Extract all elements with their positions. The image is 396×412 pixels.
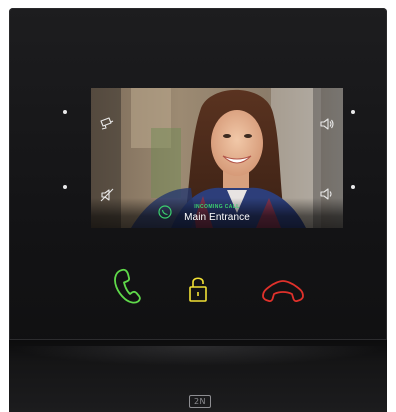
side-dot-bottom-left xyxy=(63,185,67,189)
mute-icon[interactable] xyxy=(99,187,115,203)
side-dot-bottom-right xyxy=(351,185,355,189)
device-bottom-sheen xyxy=(9,346,387,366)
camera-icon[interactable] xyxy=(99,115,115,131)
brand-logo: 2N xyxy=(189,395,211,408)
phone-hangup-icon xyxy=(262,280,304,303)
volume-down-icon[interactable] xyxy=(319,186,335,202)
hang-up-button[interactable] xyxy=(262,270,304,310)
answer-call-button[interactable] xyxy=(105,266,145,306)
call-location-label: Main Entrance xyxy=(184,212,250,223)
call-status-label: INCOMING CALL xyxy=(194,204,240,210)
padlock-unlocked-icon xyxy=(189,277,207,302)
display-screen: INCOMING CALL Main Entrance xyxy=(91,88,343,228)
unlock-door-button[interactable] xyxy=(178,271,218,311)
side-dot-top-left xyxy=(63,110,67,114)
phone-answer-icon xyxy=(114,268,141,304)
intercom-device: INCOMING CALL Main Entrance 2N xyxy=(9,8,387,412)
volume-up-icon[interactable] xyxy=(319,116,335,132)
side-dot-top-right xyxy=(351,110,355,114)
